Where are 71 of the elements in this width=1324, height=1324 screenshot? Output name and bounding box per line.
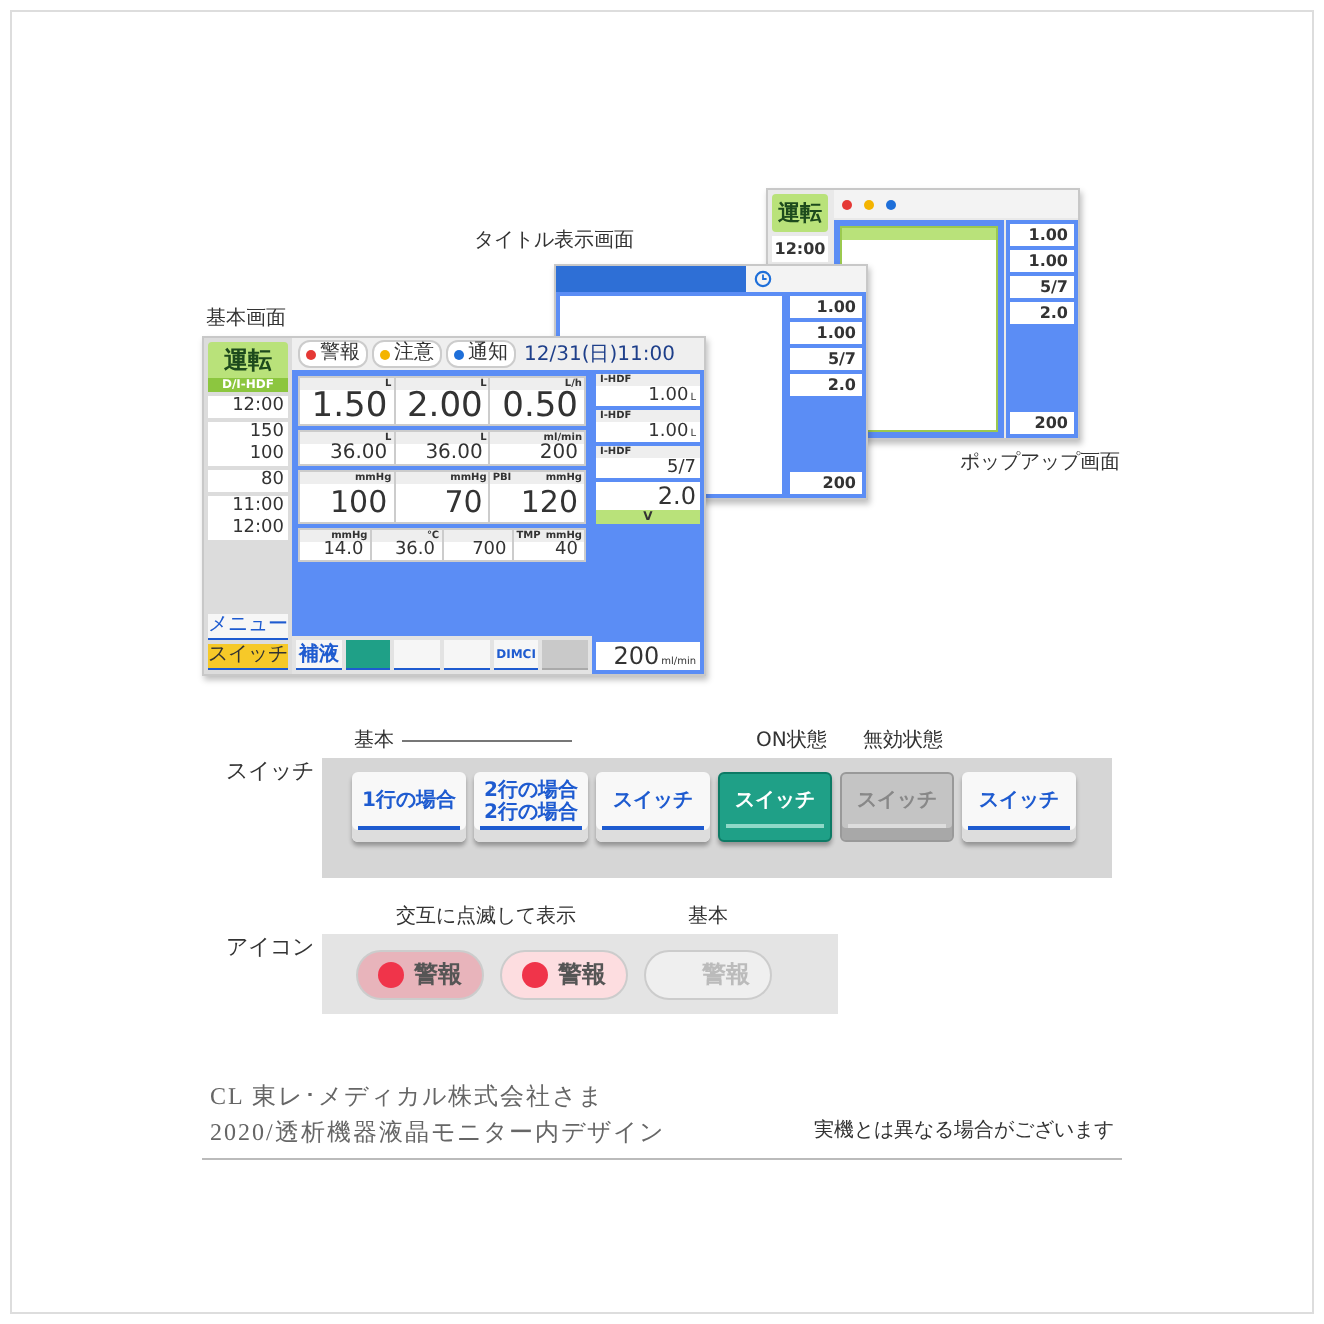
switch-button[interactable]: 1行の場合 <box>352 772 466 842</box>
value-text: 12:00 <box>232 518 284 540</box>
cell-value: 36.00 <box>328 444 390 464</box>
card-value: 2.0 <box>655 482 698 510</box>
menu-button[interactable]: スイッチ <box>208 644 288 670</box>
switch-button[interactable]: スイッチ <box>962 772 1076 842</box>
screen-caption: タイトル表示画面 <box>474 227 634 254</box>
alert-icon <box>864 199 874 209</box>
card-value: 1.00 <box>648 422 689 442</box>
cell-value: 100 <box>328 484 390 522</box>
value-text: 150 <box>249 422 284 444</box>
alert-label: 警報 <box>320 342 360 366</box>
menu-button[interactable]: メニュー <box>208 614 288 640</box>
cell-value: 70 <box>442 484 485 522</box>
card-value: 200 <box>613 642 660 670</box>
card-value: 5/7 <box>667 458 696 478</box>
column-heading: 基本 <box>688 903 728 930</box>
value-text: 200 <box>822 474 856 492</box>
value-text: 100 <box>249 444 284 466</box>
cell-value: 2.00 <box>404 390 485 424</box>
alert-icon <box>886 199 896 209</box>
value-text: 12:00 <box>232 396 284 418</box>
section-label: スイッチ <box>226 756 316 786</box>
value-text: 1.00 <box>1028 252 1068 270</box>
cell-value: 36.0 <box>392 542 437 560</box>
footer-text: 2020/透析機器液晶モニター内デザイン <box>210 1116 665 1150</box>
cell-value: 14.0 <box>321 542 364 560</box>
alert-label: 注意 <box>394 342 434 366</box>
alarm-button[interactable]: 警報 <box>356 949 484 999</box>
value-text: 2.0 <box>1039 304 1068 322</box>
value-text: 200 <box>1034 414 1068 432</box>
column-heading: 無効状態 <box>862 727 943 754</box>
column-heading: 交互に点滅して表示 <box>396 903 576 930</box>
card-value: 1.00 <box>648 386 689 406</box>
value-text: 1.00 <box>816 324 856 342</box>
alarm-button[interactable]: 警報 <box>500 949 628 999</box>
switch-button[interactable]: スイッチ <box>718 772 832 842</box>
switch-button[interactable]: スイッチ <box>596 772 710 842</box>
cell-value: 40 <box>555 542 578 560</box>
tab-button[interactable] <box>444 640 490 670</box>
cell-value: 1.50 <box>309 390 390 424</box>
cell-value: 120 <box>518 484 580 522</box>
tab-button[interactable] <box>345 640 391 670</box>
cell-value: 36.00 <box>423 444 485 464</box>
section-label: アイコン <box>226 932 316 962</box>
tab-button[interactable]: 補液 <box>296 640 342 670</box>
value-text: 11:00 <box>232 496 284 518</box>
screen-caption: 基本画面 <box>206 305 286 332</box>
cell-value: 700 <box>470 542 509 560</box>
cell-value: 200 <box>537 444 580 464</box>
value-text: 1.00 <box>1028 226 1068 244</box>
value-text: 5/7 <box>1039 278 1068 296</box>
footer-text: CL 東レ･メディカル株式会社さま <box>210 1080 606 1114</box>
value-text: 5/7 <box>827 350 856 368</box>
column-heading: 基本 <box>354 727 394 754</box>
value-text: 2.0 <box>827 376 856 394</box>
screen-caption: ポップアップ画面 <box>960 449 1120 476</box>
clock-icon <box>754 270 772 288</box>
value-text: 80 <box>261 470 284 492</box>
alert-icon <box>842 199 852 209</box>
time-value: 12:00 <box>774 240 826 258</box>
alert-label: 通知 <box>468 342 508 366</box>
disclaimer-text: 実機とは異なる場合がございます <box>814 1117 1114 1144</box>
clock-text: 12/31(日)11:00 <box>524 342 675 368</box>
cell-value: 0.50 <box>500 390 578 424</box>
tab-button[interactable] <box>394 640 441 670</box>
switch-button[interactable]: 2行の場合 2行の場合 <box>474 772 588 842</box>
column-heading: ON状態 <box>756 727 827 754</box>
status-text: 運転 <box>778 200 822 226</box>
value-text: 1.00 <box>816 298 856 316</box>
status-text: 運転 <box>224 344 272 378</box>
